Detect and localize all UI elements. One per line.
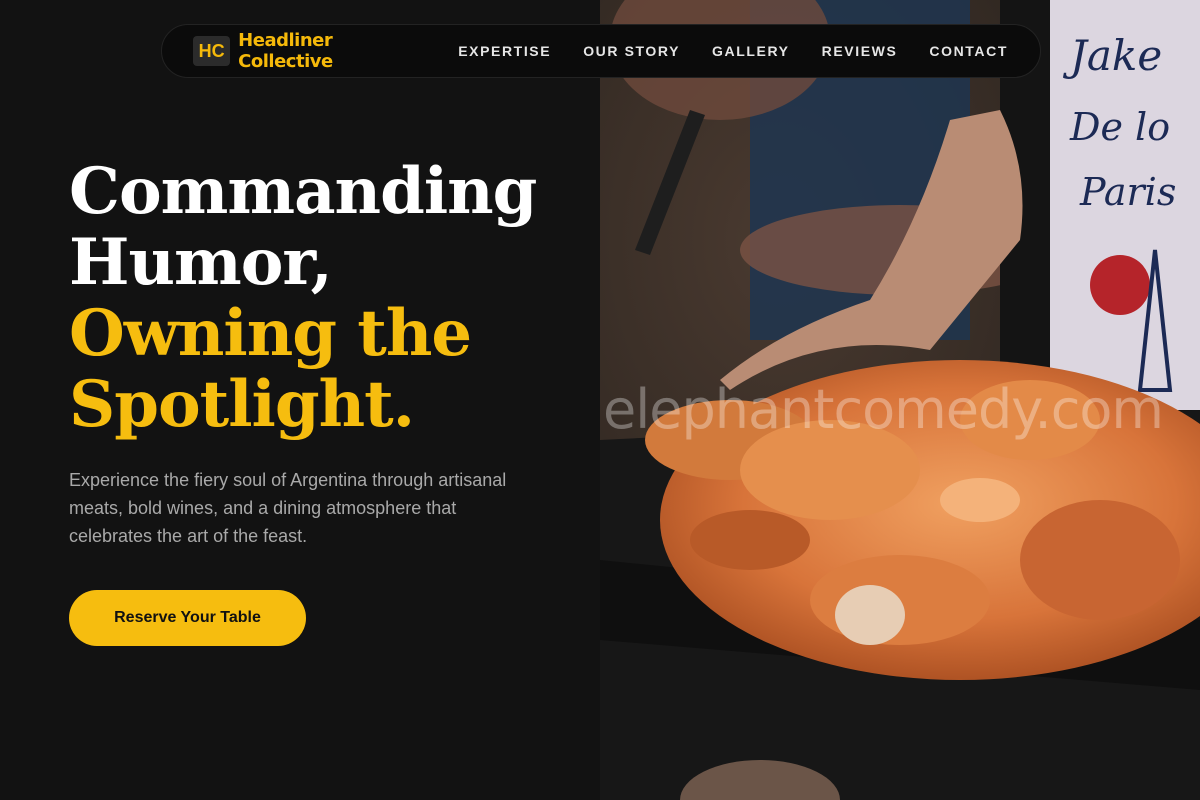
hero-headline: Commanding Humor, Owning the Spotlight. [69, 156, 589, 440]
nav-link-our-story[interactable]: OUR STORY [583, 43, 680, 59]
brand-logo-badge: HC [193, 36, 231, 66]
svg-text:Jake: Jake [1062, 31, 1162, 80]
headline-line-1: Commanding [69, 154, 537, 229]
nav-link-expertise[interactable]: EXPERTISE [458, 43, 551, 59]
svg-text:Paris: Paris [1079, 170, 1176, 214]
headline-line-4: Spotlight. [69, 367, 415, 442]
brand-name: Headliner Collective [238, 30, 333, 72]
nav-link-reviews[interactable]: REVIEWS [822, 43, 898, 59]
svg-text:De lo: De lo [1069, 105, 1170, 149]
image-watermark: elephantcomedy.com [603, 378, 1164, 441]
nav-links: EXPERTISE OUR STORY GALLERY REVIEWS CONT… [458, 43, 1040, 59]
top-navbar: HC Headliner Collective EXPERTISE OUR ST… [161, 24, 1041, 78]
hero-description: Experience the fiery soul of Argentina t… [69, 470, 507, 546]
reserve-table-button[interactable]: Reserve Your Table [69, 590, 306, 646]
nav-link-gallery[interactable]: GALLERY [712, 43, 790, 59]
brand-logo-link[interactable]: HC Headliner Collective [193, 30, 410, 72]
headline-line-2: Humor, [69, 225, 333, 300]
headline-line-3: Owning the [69, 296, 472, 371]
nav-link-contact[interactable]: CONTACT [929, 43, 1008, 59]
